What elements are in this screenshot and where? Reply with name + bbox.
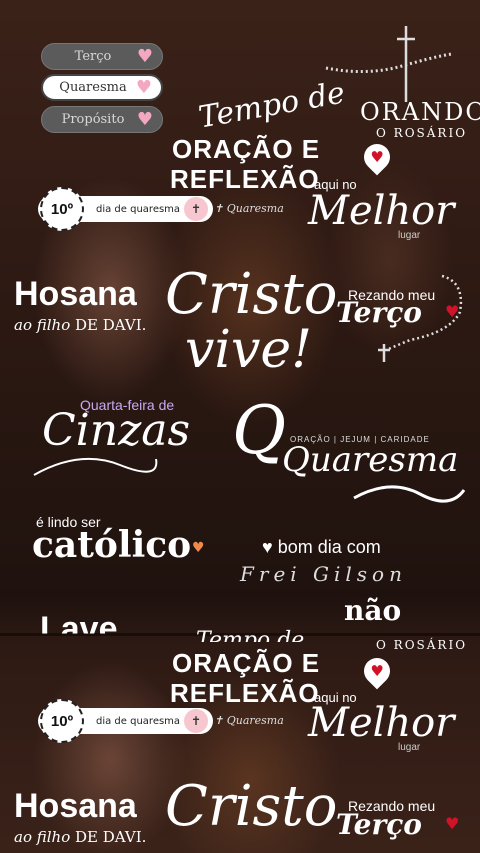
sticker-frei-gilson[interactable]: Frei Gilson	[240, 562, 407, 586]
heart-icon: ♥	[192, 540, 205, 556]
heart-icon: ♥	[136, 108, 154, 130]
flourish-icon	[353, 485, 466, 503]
sticker-o-rosario[interactable]: O ROSÁRIO	[376, 638, 467, 652]
sticker-reflexao[interactable]: REFLEXÃO	[170, 164, 320, 195]
sticker-lave[interactable]: Lave	[40, 610, 118, 634]
sticker-cristo[interactable]: Cristo	[165, 774, 337, 853]
sticker-ao-filho[interactable]: ao filho DE DAVI.	[14, 828, 146, 846]
day-number: 10º	[40, 187, 84, 231]
sticker-terco[interactable]: Terço	[336, 808, 422, 841]
day-text: dia de quaresma	[96, 715, 181, 727]
cross-icon: ✝	[184, 197, 208, 221]
day-number: 10º	[40, 699, 84, 743]
day-tag: ✝ Quaresma	[214, 202, 284, 215]
chip-label: Quaresma	[59, 80, 127, 95]
sticker-oracao[interactable]: ORAÇÃO E	[172, 134, 320, 165]
flourish-icon	[33, 457, 158, 476]
chip-proposito[interactable]: Propósito ♥	[41, 106, 163, 133]
day-tag: ✝ Quaresma	[214, 714, 284, 727]
sticker-reflexao[interactable]: REFLEXÃO	[170, 678, 320, 709]
sticker-lugar: lugar	[398, 742, 421, 753]
sticker-orando[interactable]: ORANDO	[360, 98, 480, 126]
day-text: dia de quaresma	[96, 203, 181, 215]
heart-icon: ♥	[136, 45, 154, 67]
sticker-ao-filho[interactable]: ao filho DE DAVI.	[14, 316, 146, 334]
sticker-melhor[interactable]: Melhor	[308, 188, 454, 234]
chip-quaresma[interactable]: Quaresma ♥	[41, 74, 163, 101]
sticker-nao-pare[interactable]: não pare	[344, 594, 480, 634]
rosary-icon	[378, 274, 463, 362]
sticker-bom-dia[interactable]: ♥ bom dia com	[262, 537, 381, 558]
sticker-hosana[interactable]: Hosana	[14, 275, 137, 314]
cross-icon: ✝	[184, 709, 208, 733]
sticker-hosana[interactable]: Hosana	[14, 787, 137, 826]
sticker-catolico[interactable]: católico	[32, 524, 191, 566]
sticker-tempo-de[interactable]: Tempo de	[196, 628, 304, 642]
sticker-lugar: lugar	[398, 230, 421, 241]
sticker-q-letter: Q	[232, 392, 287, 469]
chip-label: Terço	[74, 49, 112, 64]
chip-label: Propósito	[61, 112, 125, 127]
heart-icon: ♥	[135, 76, 153, 98]
sticker-o-rosario[interactable]: O ROSÁRIO	[376, 126, 467, 140]
chip-terco[interactable]: Terço ♥	[41, 43, 163, 70]
heart-icon: ♥	[445, 814, 460, 833]
sticker-cristo[interactable]: Cristo	[165, 262, 337, 327]
sticker-oracao[interactable]: ORAÇÃO E	[172, 648, 320, 679]
sticker-vive[interactable]: vive!	[185, 320, 312, 380]
sticker-melhor[interactable]: Melhor	[308, 700, 454, 746]
